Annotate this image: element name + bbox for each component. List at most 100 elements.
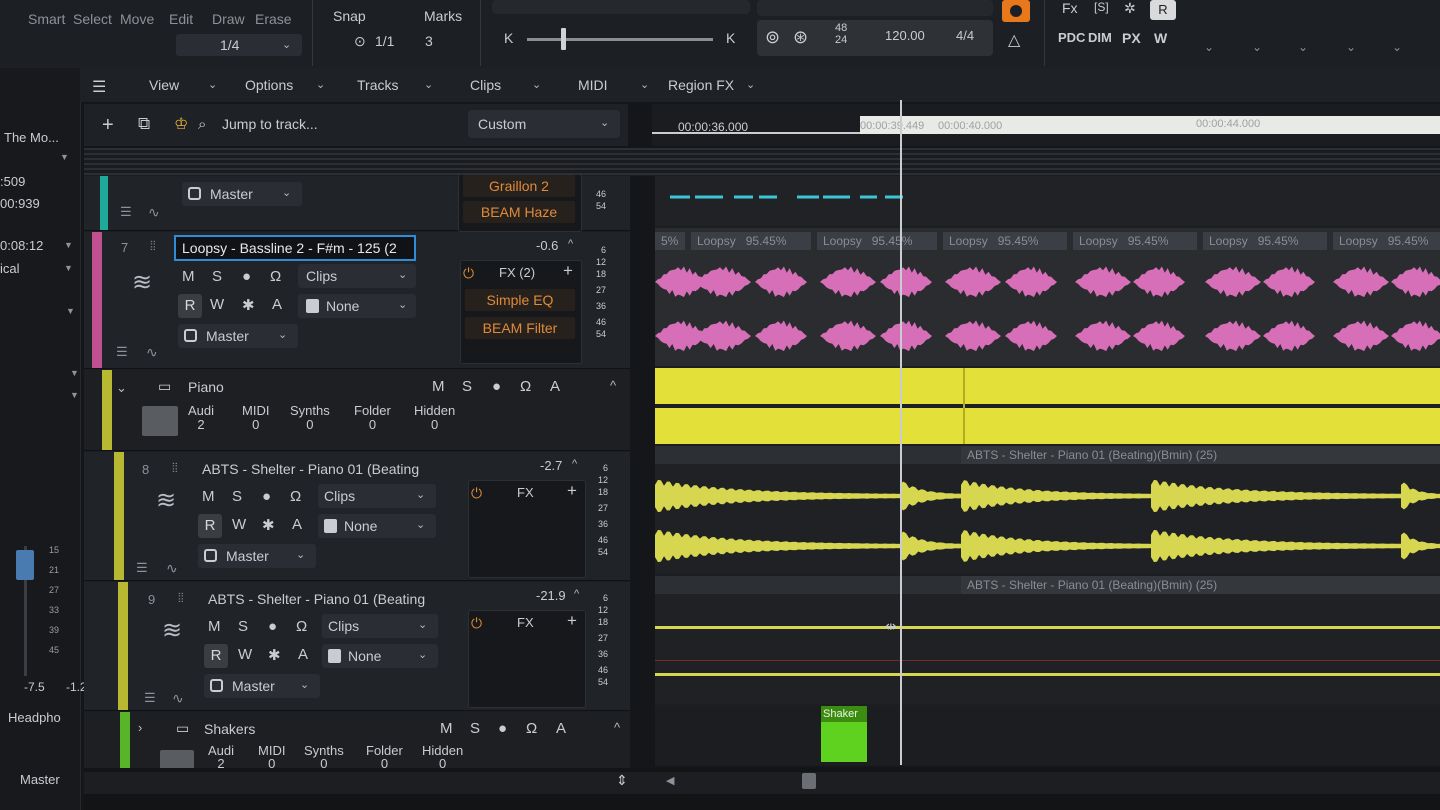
arrangement-view[interactable]: 5% Loopsy 95.45% Loopsy 95.45% Loopsy 95… [655,176,1440,766]
clip-header[interactable] [655,576,961,594]
chevron-up-icon[interactable]: ^ [614,720,620,735]
fx-bypass-button[interactable]: ✱ [242,296,255,314]
monitor-button[interactable]: Ω [526,720,537,737]
track-row[interactable]: 8 ⦙⦙ ABTS - Shelter - Piano 01 (Beating … [84,452,630,581]
monitor-button[interactable]: Ω [296,618,307,635]
lane[interactable] [655,368,1440,444]
arm-button[interactable]: ● [268,618,277,635]
zoom-slider-handle[interactable] [561,28,566,50]
overview-strip[interactable] [84,148,1440,176]
clip-header[interactable]: ABTS - Shelter - Piano 01 (Beating)(Bmin… [961,446,1440,464]
track-volume[interactable]: -21.9 [536,588,566,603]
bug-icon[interactable]: ✲ [1124,0,1136,17]
time-signature[interactable]: 48 24 [835,22,847,46]
folder-clip[interactable] [655,408,1440,444]
chevron-down-icon[interactable]: ⌄ [424,78,433,91]
clip-header[interactable]: Loopsy 95.45% [817,232,937,250]
tool-select[interactable]: Select [73,11,112,27]
chevron-down-icon[interactable]: ▼ [70,368,79,378]
grid-dropdown[interactable]: 1/4 ⌄ [176,34,302,56]
metronome-icon[interactable]: ⊛ [793,27,808,48]
pdc-button[interactable]: PDC [1058,30,1085,45]
lane[interactable]: ABTS - Shelter - Piano 01 (Beating)(Bmin… [655,446,1440,574]
chevron-up-icon[interactable]: ^ [572,458,577,470]
tool-smart[interactable]: Smart [28,11,65,27]
drag-handle-icon[interactable]: ⦙⦙ [178,590,184,606]
fx-rack[interactable]: ⏻ FX + [468,610,586,708]
automation-icon[interactable]: ∿ [148,204,160,221]
fx-slot[interactable]: Simple EQ [465,289,575,311]
archive-button[interactable]: A [550,378,560,395]
archive-button[interactable]: A [292,516,302,533]
r-toggle-button[interactable]: R [1150,0,1176,20]
track-name[interactable]: ABTS - Shelter - Piano 01 (Beating [202,461,419,477]
horizontal-scrollbar[interactable] [84,772,1440,794]
output-dropdown[interactable]: Master ⌄ [198,544,316,568]
list-icon[interactable]: ☰ [144,690,156,706]
clip-header[interactable]: ABTS - Shelter - Piano 01 (Beating)(Bmin… [961,576,1440,594]
scroll-thumb[interactable] [802,773,816,789]
chevron-down-icon[interactable]: ⌄ [208,78,217,91]
chevron-down-icon[interactable]: ⌄ [746,78,755,91]
arm-button[interactable]: ● [492,378,501,395]
automation-icon[interactable]: ∿ [172,690,184,707]
timeline-ruler[interactable]: 00:00:36.000 00:00:39.449 00:00:40.000 0… [652,104,1440,146]
chevron-up-icon[interactable]: ^ [610,378,616,393]
folder-row[interactable]: ⌄ ▭ Piano M S ● Ω A ^ Audi 2 MIDI 0 Synths… [84,370,630,451]
input-dropdown[interactable]: Clips ⌄ [318,484,436,508]
chevron-down-icon[interactable]: ⌄ [1298,40,1308,54]
chevron-down-icon[interactable]: ⌄ [1204,40,1214,54]
channel-dropdown[interactable]: None ⌄ [322,644,438,668]
track-row[interactable]: 9 ⦙⦙ ABTS - Shelter - Piano 01 (Beating … [84,582,630,711]
clip-header[interactable]: Loopsy 95.45% [943,232,1067,250]
menu-region-fx[interactable]: Region FX [668,77,734,93]
menu-tracks[interactable]: Tracks [357,77,398,93]
power-icon[interactable]: ⏻ [471,485,482,502]
list-icon[interactable]: ☰ [120,204,132,220]
output-dropdown[interactable]: Master ⌄ [204,674,320,698]
record-button[interactable] [1002,0,1030,22]
chevron-down-icon[interactable]: ⌄ [1346,40,1356,54]
menu-options[interactable]: Options [245,77,293,93]
clip-header[interactable]: 5% [655,232,685,250]
chevron-down-icon[interactable]: ▼ [60,152,69,162]
monitor-button[interactable]: Ω [270,268,281,285]
solo-button[interactable]: S [238,618,248,635]
tool-erase[interactable]: Erase [255,11,292,27]
chevron-down-icon[interactable]: ⌄ [640,78,649,91]
output-select[interactable]: Headpho [8,710,61,725]
write-automation-button[interactable]: W [232,516,246,533]
solo-button[interactable]: S [470,720,480,737]
archive-button[interactable]: A [556,720,566,737]
power-icon[interactable]: ⏻ [463,265,474,282]
lane[interactable]: 5% Loopsy 95.45% Loopsy 95.45% Loopsy 95… [655,228,1440,366]
zoom-slider-track[interactable] [527,38,713,41]
chevron-down-icon[interactable]: ▼ [64,240,73,250]
solo-button[interactable]: S [212,268,222,285]
dim-button[interactable]: DIM [1088,30,1112,45]
track-row[interactable]: 7 ⦙⦙ Loopsy - Bassline 2 - F#m - 125 (2 … [84,232,630,369]
track-volume[interactable]: -0.6 [536,238,558,253]
output-dropdown[interactable]: Master ⌄ [178,324,298,348]
drag-handle-icon[interactable]: ⦙⦙ [172,460,178,476]
chevron-down-icon[interactable]: ⌄ [1252,40,1262,54]
read-automation-button[interactable]: R [204,644,228,668]
chevron-right-icon[interactable]: › [138,720,142,735]
tool-draw[interactable]: Draw [212,11,245,27]
fx-slot[interactable]: Graillon 2 [463,175,575,197]
zoom-out-icon[interactable]: K [504,30,513,46]
scroll-left-icon[interactable]: ◀ [666,774,674,787]
marks-value[interactable]: 3 [425,33,433,49]
shaker-clip[interactable]: Shaker [821,706,867,762]
add-fx-icon[interactable]: + [563,261,573,281]
chevron-up-icon[interactable]: ^ [574,588,579,600]
menu-icon[interactable]: ☰ [92,77,106,97]
power-icon[interactable]: ⏻ [471,615,482,632]
archive-button[interactable]: A [272,296,282,313]
loop-icon[interactable]: ⊚ [765,27,780,48]
mute-button[interactable]: M [440,720,453,737]
folder-clip[interactable] [655,368,1440,404]
zoom-in-icon[interactable]: K [726,30,735,46]
track-volume[interactable]: -2.7 [540,458,562,473]
lane[interactable]: Shaker [655,706,1440,766]
